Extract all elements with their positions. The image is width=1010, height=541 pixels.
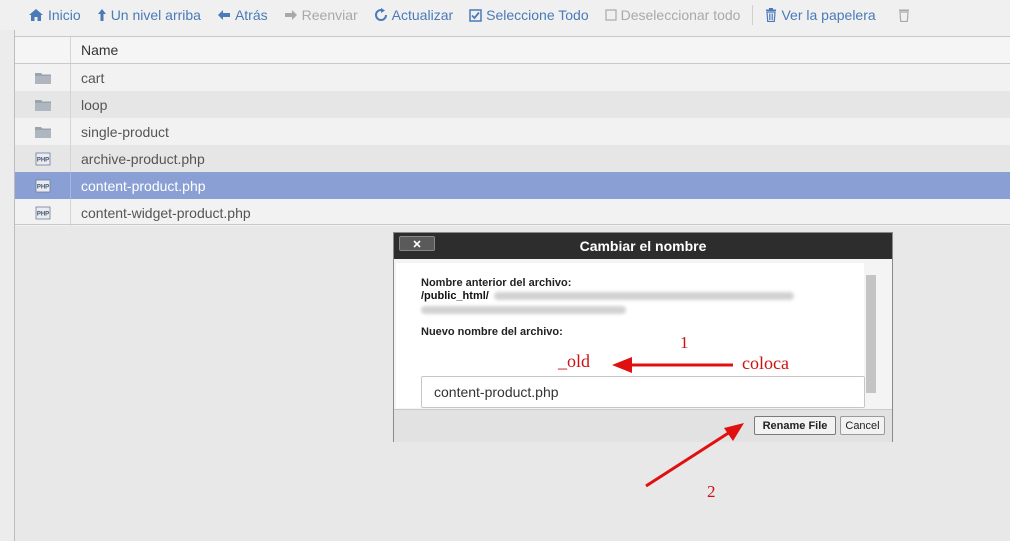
arrow-to-rename-button xyxy=(645,423,744,488)
arrow-to-input xyxy=(612,357,733,373)
annotation-arrows xyxy=(612,357,744,488)
